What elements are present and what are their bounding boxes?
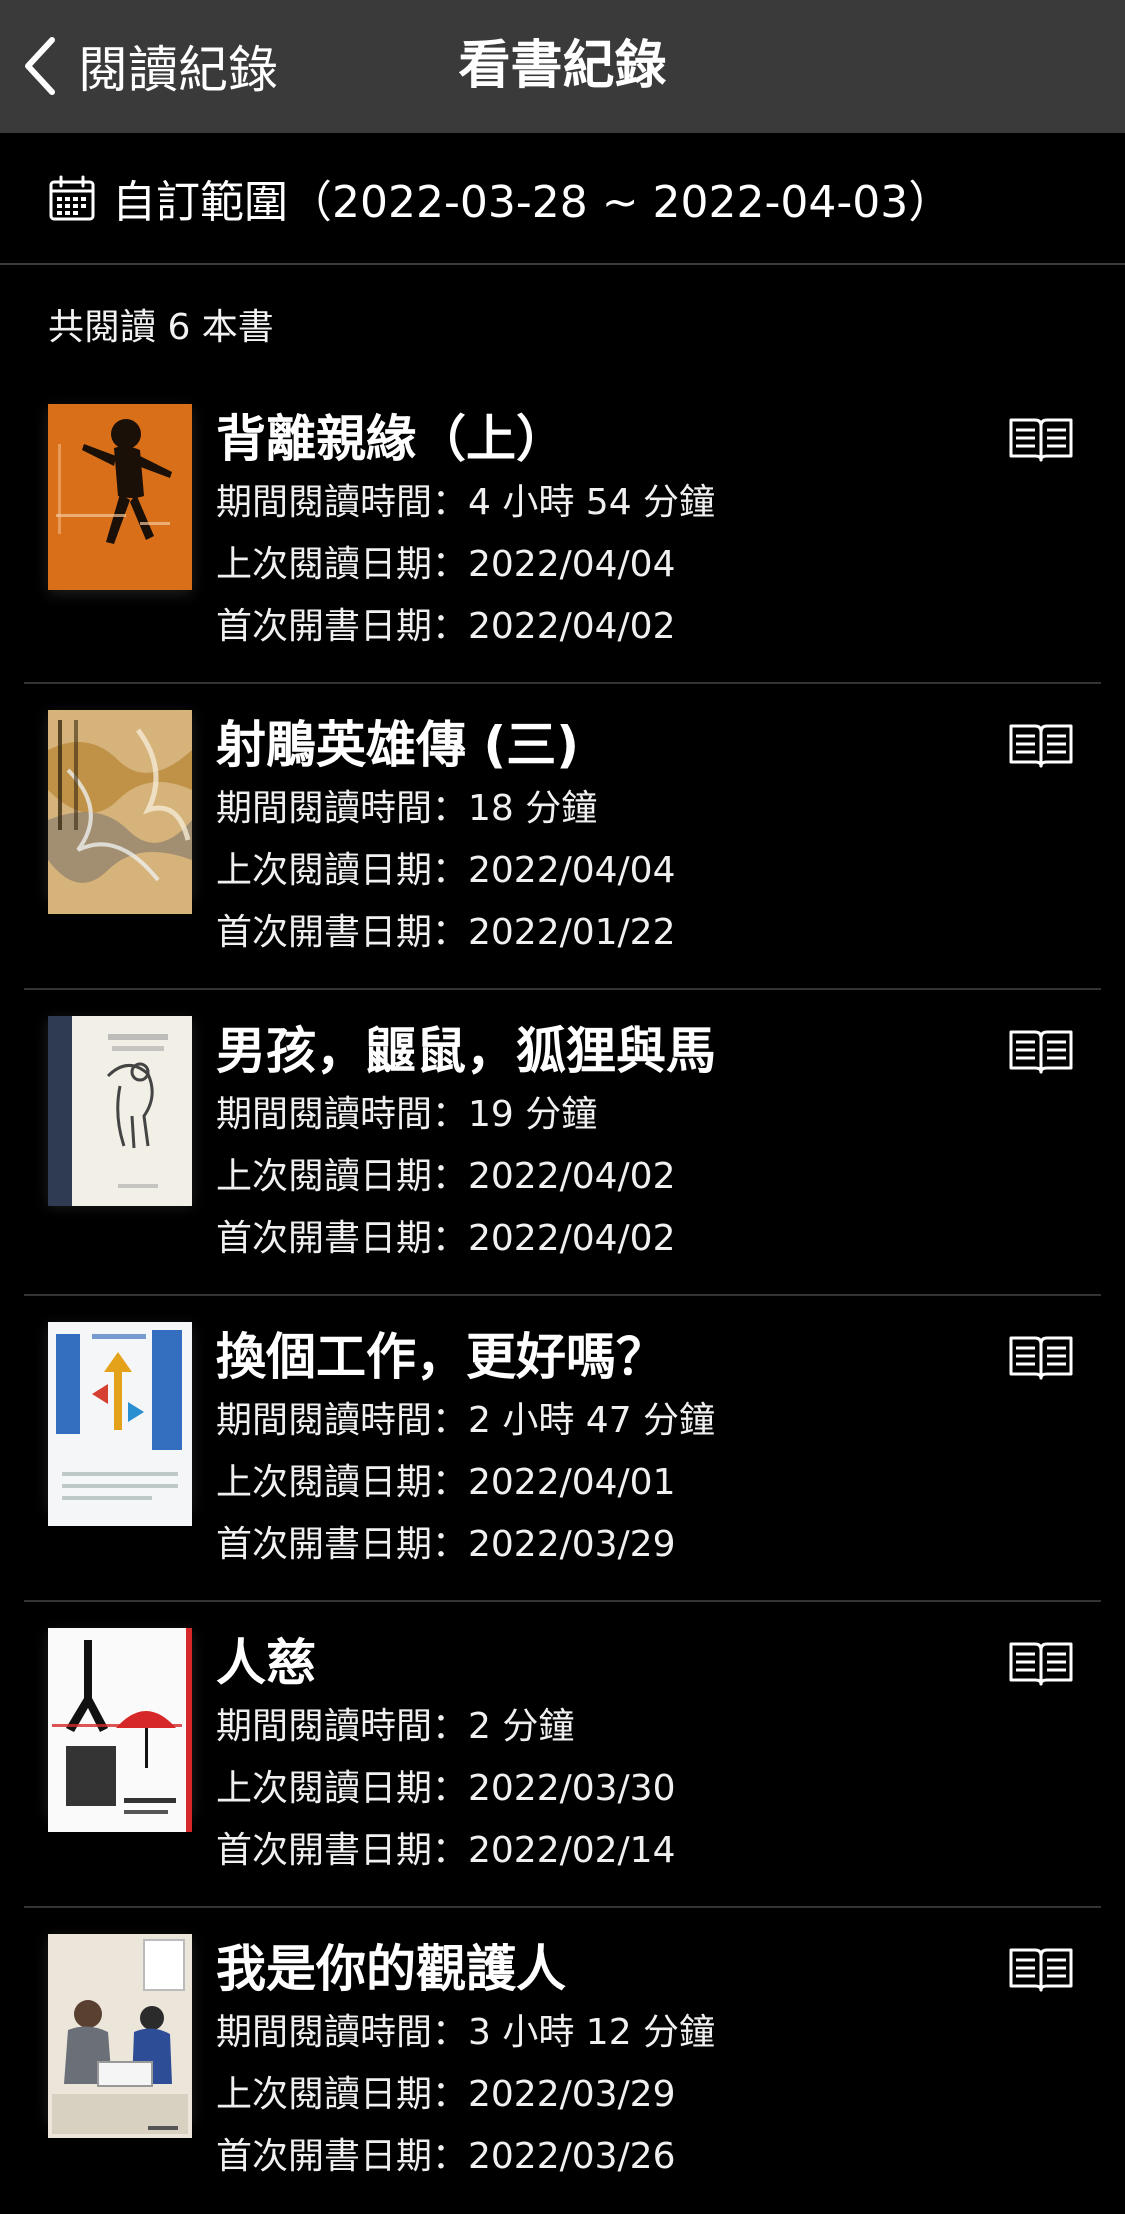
date-range-selector[interactable]: 自訂範圍（2022-03-28 ~ 2022-04-03） <box>0 133 1125 265</box>
book-title: 男孩，鼴鼠，狐狸與馬 <box>216 1022 716 1080</box>
book-cover <box>48 1628 192 1832</box>
book-title: 我是你的觀護人 <box>216 1940 566 1998</box>
read-book-button[interactable] <box>1008 720 1074 770</box>
reading-time: 期間閱讀時間：2 小時 47 分鐘 <box>216 1400 716 1441</box>
first-opened-date: 首次開書日期：2022/03/29 <box>216 1524 676 1565</box>
open-book-icon <box>1009 724 1073 768</box>
book-title: 人慈 <box>216 1634 316 1692</box>
last-read-date: 上次閱讀日期：2022/04/01 <box>216 1462 676 1503</box>
open-book-icon <box>1009 1948 1073 1992</box>
open-book-icon <box>1009 418 1073 462</box>
book-item[interactable]: 男孩，鼴鼠，狐狸與馬 期間閱讀時間：19 分鐘 上次閱讀日期：2022/04/0… <box>0 990 1125 1296</box>
last-read-date: 上次閱讀日期：2022/04/04 <box>216 544 676 585</box>
book-item[interactable]: 射鵰英雄傳 (三) 期間閱讀時間：18 分鐘 上次閱讀日期：2022/04/04… <box>0 684 1125 990</box>
read-book-button[interactable] <box>1008 1332 1074 1382</box>
book-cover <box>48 1016 192 1206</box>
book-cover <box>48 404 192 590</box>
book-cover <box>48 1934 192 2138</box>
navigation-bar: 閱讀紀錄 看書紀錄 <box>0 0 1125 133</box>
book-count-label: 共閱讀 6 本書 <box>48 307 274 348</box>
date-range-label: 自訂範圍（2022-03-28 ~ 2022-04-03） <box>112 177 953 228</box>
book-cover <box>48 1322 192 1526</box>
first-opened-date: 首次開書日期：2022/04/02 <box>216 606 676 647</box>
open-book-icon <box>1009 1030 1073 1074</box>
read-book-button[interactable] <box>1008 1026 1074 1076</box>
last-read-date: 上次閱讀日期：2022/03/29 <box>216 2074 676 2115</box>
open-book-icon <box>1009 1336 1073 1380</box>
read-book-button[interactable] <box>1008 414 1074 464</box>
book-title: 射鵰英雄傳 (三) <box>216 716 580 774</box>
last-read-date: 上次閱讀日期：2022/04/04 <box>216 850 676 891</box>
reading-time: 期間閱讀時間：2 分鐘 <box>216 1706 575 1747</box>
last-read-date: 上次閱讀日期：2022/04/02 <box>216 1156 676 1197</box>
book-item[interactable]: 我是你的觀護人 期間閱讀時間：3 小時 12 分鐘 上次閱讀日期：2022/03… <box>0 1908 1125 2214</box>
book-item[interactable]: 換個工作，更好嗎？ 期間閱讀時間：2 小時 47 分鐘 上次閱讀日期：2022/… <box>0 1296 1125 1602</box>
back-button[interactable]: 閱讀紀錄 <box>22 30 278 102</box>
back-label: 閱讀紀錄 <box>78 41 278 99</box>
last-read-date: 上次閱讀日期：2022/03/30 <box>216 1768 676 1809</box>
first-opened-date: 首次開書日期：2022/02/14 <box>216 1830 676 1871</box>
read-book-button[interactable] <box>1008 1944 1074 1994</box>
calendar-icon <box>49 175 95 221</box>
chevron-left-icon <box>25 37 55 95</box>
reading-time: 期間閱讀時間：3 小時 12 分鐘 <box>216 2012 716 2053</box>
read-book-button[interactable] <box>1008 1638 1074 1688</box>
book-cover <box>48 710 192 914</box>
reading-time: 期間閱讀時間：18 分鐘 <box>216 788 598 829</box>
first-opened-date: 首次開書日期：2022/01/22 <box>216 912 676 953</box>
book-title: 換個工作，更好嗎？ <box>216 1328 666 1386</box>
first-opened-date: 首次開書日期：2022/03/26 <box>216 2136 676 2177</box>
first-opened-date: 首次開書日期：2022/04/02 <box>216 1218 676 1259</box>
book-item[interactable]: 背離親緣（上） 期間閱讀時間：4 小時 54 分鐘 上次閱讀日期：2022/04… <box>0 378 1125 684</box>
book-item[interactable]: 人慈 期間閱讀時間：2 分鐘 上次閱讀日期：2022/03/30 首次開書日期：… <box>0 1602 1125 1908</box>
open-book-icon <box>1009 1642 1073 1686</box>
reading-time: 期間閱讀時間：4 小時 54 分鐘 <box>216 482 716 523</box>
book-title: 背離親緣（上） <box>216 410 566 468</box>
book-list: 背離親緣（上） 期間閱讀時間：4 小時 54 分鐘 上次閱讀日期：2022/04… <box>0 378 1125 2214</box>
reading-time: 期間閱讀時間：19 分鐘 <box>216 1094 598 1135</box>
